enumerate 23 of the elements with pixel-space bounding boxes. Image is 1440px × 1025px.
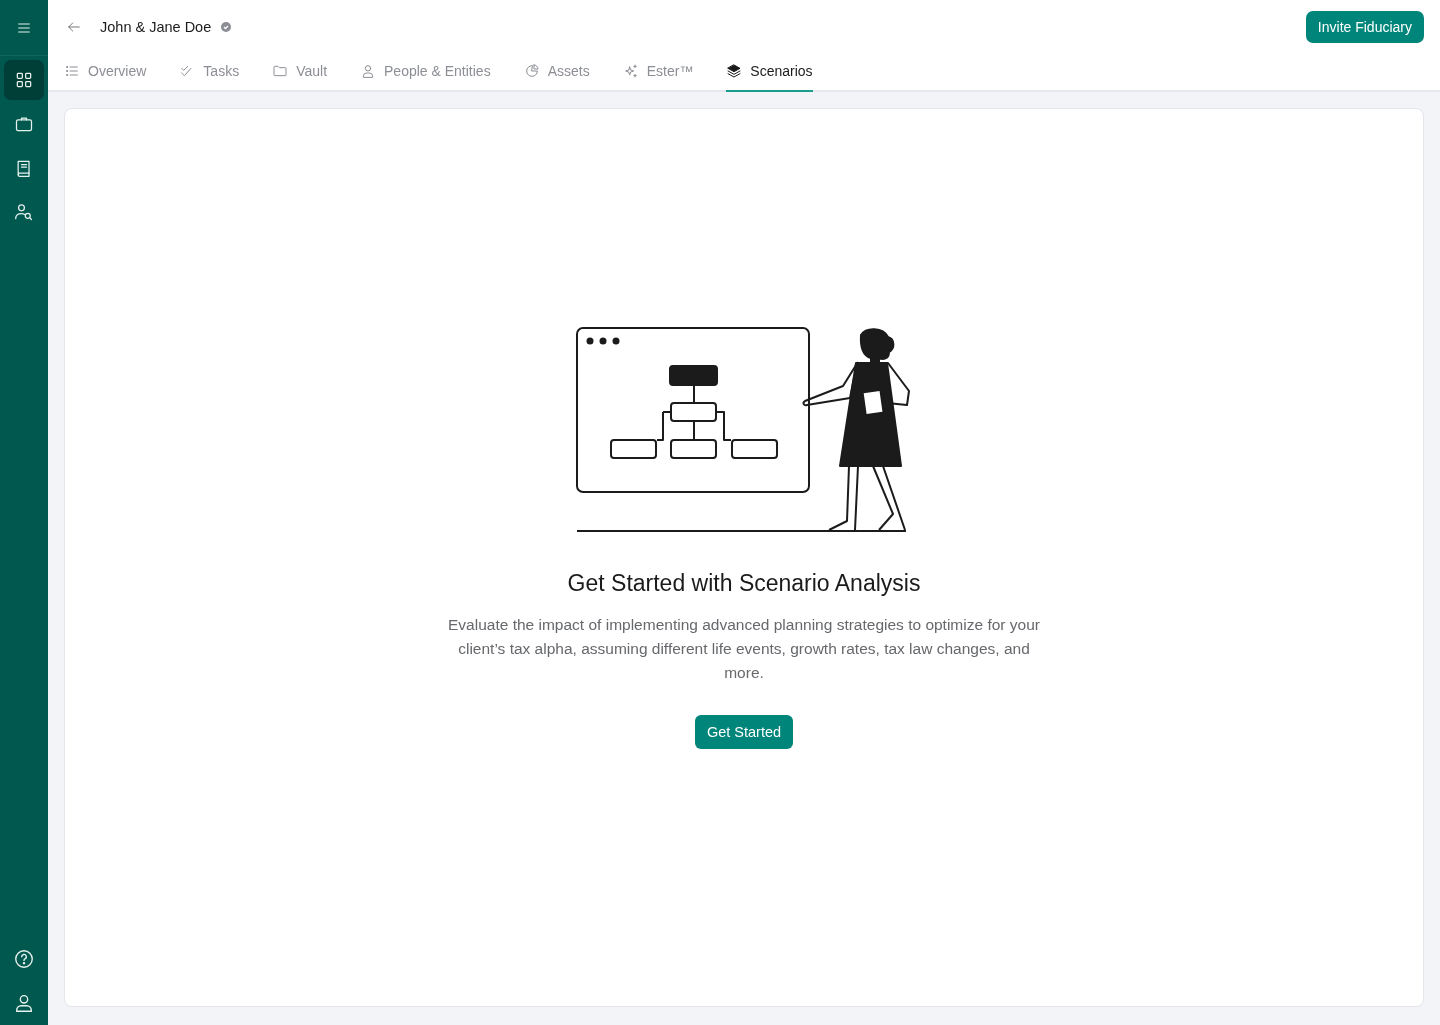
tab[interactable]: Scenarios xyxy=(726,54,813,92)
people-search-icon xyxy=(14,202,34,222)
help-icon xyxy=(13,948,35,970)
tab[interactable]: Assets xyxy=(523,54,590,92)
invite-fiduciary-button[interactable]: Invite Fiduciary xyxy=(1305,11,1424,43)
empty-state-description: Evaluate the impact of implementing advanced planning strategies to optimize for your client’s tax alpha, assuming different life events, growth rates, tax law changes, and more. xyxy=(448,614,1040,683)
tab[interactable]: Vault xyxy=(272,54,328,92)
tab[interactable]: Overview xyxy=(64,54,147,92)
folder-icon xyxy=(272,63,289,79)
tab[interactable]: People & Entities xyxy=(360,54,491,92)
sparkle-icon xyxy=(622,63,639,79)
list-icon xyxy=(64,63,80,79)
grid-icon xyxy=(14,70,34,90)
tab[interactable]: Tasks xyxy=(179,54,240,92)
get-started-button[interactable]: Get Started xyxy=(694,714,794,749)
back-arrow-icon xyxy=(66,19,82,35)
layers-icon xyxy=(726,63,743,79)
client-name: John & Jane Doe xyxy=(100,19,212,35)
pie-chart-icon xyxy=(523,63,540,79)
empty-state-title: Get Started with Scenario Analysis xyxy=(567,569,921,597)
sidebar-nav-button[interactable] xyxy=(4,60,44,100)
tab[interactable]: Ester™ xyxy=(622,54,694,92)
user-icon xyxy=(13,992,35,1014)
